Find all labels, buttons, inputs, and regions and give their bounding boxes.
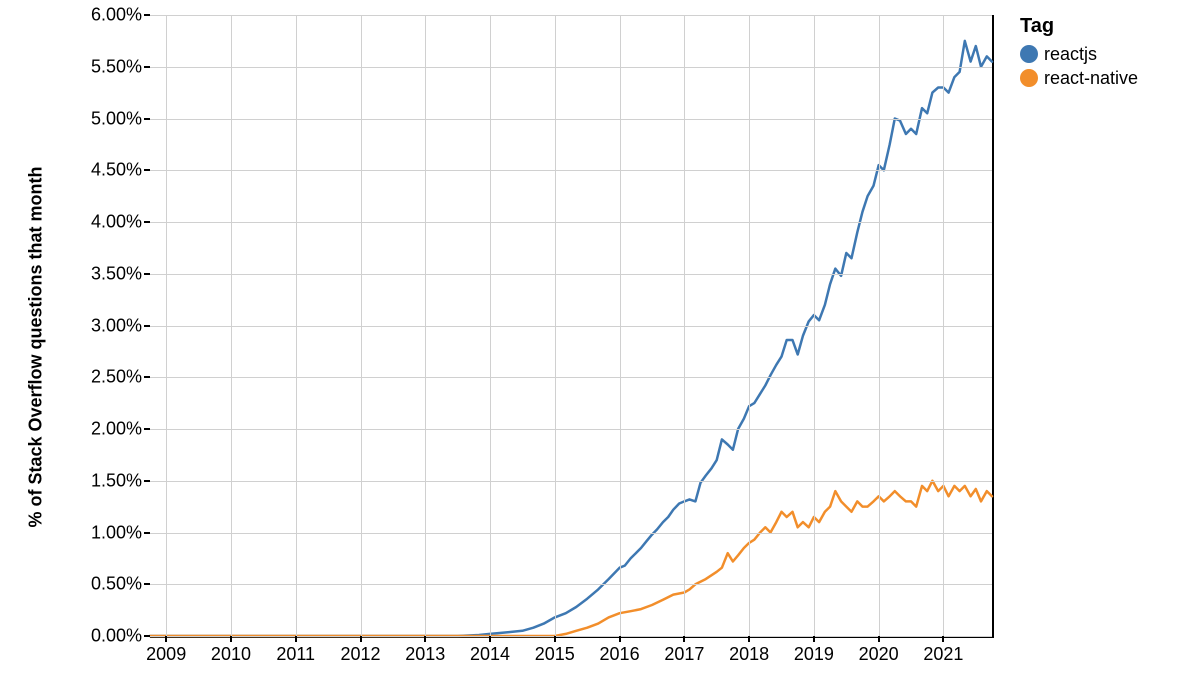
gridline-v [231, 15, 232, 636]
gridline-v [814, 15, 815, 636]
gridline-v [166, 15, 167, 636]
chart-container: % of Stack Overflow questions that month… [0, 0, 1184, 693]
x-tick-label: 2010 [211, 636, 251, 665]
gridline-h [150, 119, 992, 120]
series-react-native [150, 481, 992, 636]
gridline-h [150, 481, 992, 482]
gridline-h [150, 584, 992, 585]
x-tick-label: 2015 [535, 636, 575, 665]
x-tick-label: 2020 [859, 636, 899, 665]
gridline-h [150, 429, 992, 430]
gridline-h [150, 170, 992, 171]
gridline-h [150, 67, 992, 68]
y-tick-label: 2.00% [91, 419, 150, 440]
y-tick-label: 1.50% [91, 470, 150, 491]
gridline-h [150, 274, 992, 275]
x-tick-label: 2012 [340, 636, 380, 665]
gridline-v [943, 15, 944, 636]
x-tick-label: 2014 [470, 636, 510, 665]
legend: Tag reactjsreact-native [1020, 15, 1138, 90]
y-tick-label: 0.50% [91, 574, 150, 595]
y-tick-label: 5.50% [91, 56, 150, 77]
gridline-v [490, 15, 491, 636]
gridline-v [620, 15, 621, 636]
legend-swatch [1020, 45, 1038, 63]
legend-title: Tag [1020, 15, 1138, 38]
gridline-v [749, 15, 750, 636]
x-tick-label: 2017 [664, 636, 704, 665]
gridline-v [879, 15, 880, 636]
gridline-h [150, 533, 992, 534]
plot-area: 0.00%0.50%1.00%1.50%2.00%2.50%3.00%3.50%… [150, 15, 994, 638]
y-axis-label: % of Stack Overflow questions that month [26, 166, 47, 527]
x-tick-label: 2018 [729, 636, 769, 665]
y-tick-label: 6.00% [91, 5, 150, 26]
y-tick-label: 1.00% [91, 522, 150, 543]
y-tick-label: 3.50% [91, 263, 150, 284]
legend-label: react-native [1044, 66, 1138, 90]
x-tick-label: 2009 [146, 636, 186, 665]
gridline-h [150, 222, 992, 223]
legend-item-react-native[interactable]: react-native [1020, 66, 1138, 90]
y-tick-label: 3.00% [91, 315, 150, 336]
legend-item-reactjs[interactable]: reactjs [1020, 42, 1138, 66]
gridline-h [150, 326, 992, 327]
y-tick-label: 5.00% [91, 108, 150, 129]
gridline-v [425, 15, 426, 636]
legend-label: reactjs [1044, 42, 1097, 66]
y-tick-label: 4.00% [91, 212, 150, 233]
y-tick-label: 4.50% [91, 160, 150, 181]
gridline-v [555, 15, 556, 636]
x-tick-label: 2013 [405, 636, 445, 665]
gridline-h [150, 377, 992, 378]
gridline-v [361, 15, 362, 636]
x-tick-label: 2021 [923, 636, 963, 665]
x-tick-label: 2016 [600, 636, 640, 665]
x-tick-label: 2019 [794, 636, 834, 665]
legend-swatch [1020, 69, 1038, 87]
gridline-h [150, 15, 992, 16]
gridline-v [684, 15, 685, 636]
y-tick-label: 2.50% [91, 367, 150, 388]
y-tick-label: 0.00% [91, 626, 150, 647]
series-reactjs [150, 41, 992, 636]
x-tick-label: 2011 [276, 636, 315, 665]
gridline-v [296, 15, 297, 636]
